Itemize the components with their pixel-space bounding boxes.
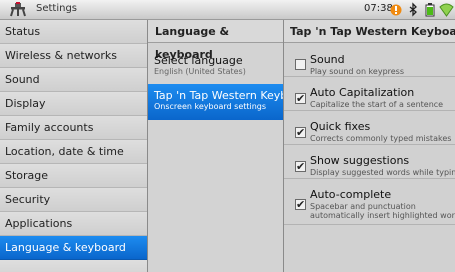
- auto-capitalization-checkbox[interactable]: ✔: [295, 93, 306, 104]
- option-summary: Capitalize the start of a sentence: [310, 100, 444, 109]
- status-bar: Settings 07:38: [0, 0, 455, 20]
- panel-title: Tap 'n Tap Western Keyboard: [284, 20, 455, 43]
- option-sound[interactable]: Sound Play sound on keypress: [284, 43, 455, 77]
- option-summary: Corrects commonly typed mistakes: [310, 134, 452, 143]
- sidebar-item-display[interactable]: Display: [0, 92, 147, 116]
- option-auto-complete[interactable]: ✔ Auto-complete Spacebar and punctuation…: [284, 179, 455, 225]
- wifi-signal-icon: [439, 3, 454, 17]
- bluetooth-icon: [409, 2, 417, 17]
- option-title: Sound: [310, 53, 345, 66]
- keyboard-settings-panel: Tap 'n Tap Western Keyboard Sound Play s…: [284, 20, 455, 272]
- option-show-suggestions[interactable]: ✔ Show suggestions Display suggested wor…: [284, 145, 455, 179]
- language-keyboard-panel: Language & keyboard Select language Engl…: [148, 20, 284, 272]
- sidebar-item-storage[interactable]: Storage: [0, 164, 147, 188]
- select-language-item[interactable]: Select language English (United States): [148, 54, 283, 84]
- quick-fixes-checkbox[interactable]: ✔: [295, 127, 306, 138]
- option-summary: Display suggested words while typing: [310, 168, 455, 177]
- sidebar-item-next-partial[interactable]: [0, 260, 147, 272]
- panel-title: Language & keyboard: [148, 20, 283, 61]
- item-subtitle: Onscreen keyboard settings: [154, 102, 267, 111]
- option-title: Auto Capitalization: [310, 86, 415, 99]
- item-subtitle: English (United States): [154, 67, 246, 76]
- option-title: Show suggestions: [310, 154, 410, 167]
- sidebar-item-language-keyboard[interactable]: Language & keyboard: [0, 236, 147, 260]
- option-summary: Play sound on keypress: [310, 67, 405, 76]
- show-suggestions-checkbox[interactable]: ✔: [295, 161, 306, 172]
- settings-app-icon: [10, 2, 26, 17]
- sidebar-item-sound[interactable]: Sound: [0, 68, 147, 92]
- settings-categories: Status Wireless & networks Sound Display…: [0, 20, 148, 272]
- sidebar-item-applications[interactable]: Applications: [0, 212, 147, 236]
- sidebar-item-status[interactable]: Status: [0, 20, 147, 44]
- sidebar-item-wireless-networks[interactable]: Wireless & networks: [0, 44, 147, 68]
- sidebar-item-family-accounts[interactable]: Family accounts: [0, 116, 147, 140]
- option-title: Auto-complete: [310, 188, 392, 201]
- option-auto-capitalization[interactable]: ✔ Auto Capitalization Capitalize the sta…: [284, 77, 455, 111]
- sound-checkbox[interactable]: [295, 59, 306, 70]
- app-title: Settings: [36, 3, 78, 14]
- auto-complete-checkbox[interactable]: ✔: [295, 199, 306, 210]
- settings-screen: Settings 07:38 Status Wireless & network…: [0, 0, 455, 272]
- item-title: Select language: [154, 54, 243, 67]
- battery-icon: [425, 3, 435, 17]
- option-title: Quick fixes: [310, 120, 371, 133]
- sidebar-item-location-date-time[interactable]: Location, date & time: [0, 140, 147, 164]
- item-title: Tap 'n Tap Western Keyboard: [154, 89, 283, 102]
- option-summary-line-2: automatically insert highlighted word: [310, 211, 455, 220]
- sidebar-item-security[interactable]: Security: [0, 188, 147, 212]
- usb-debug-icon: [390, 4, 402, 16]
- keyboard-settings-item[interactable]: Tap 'n Tap Western Keyboard Onscreen key…: [148, 84, 283, 120]
- option-quick-fixes[interactable]: ✔ Quick fixes Corrects commonly typed mi…: [284, 111, 455, 145]
